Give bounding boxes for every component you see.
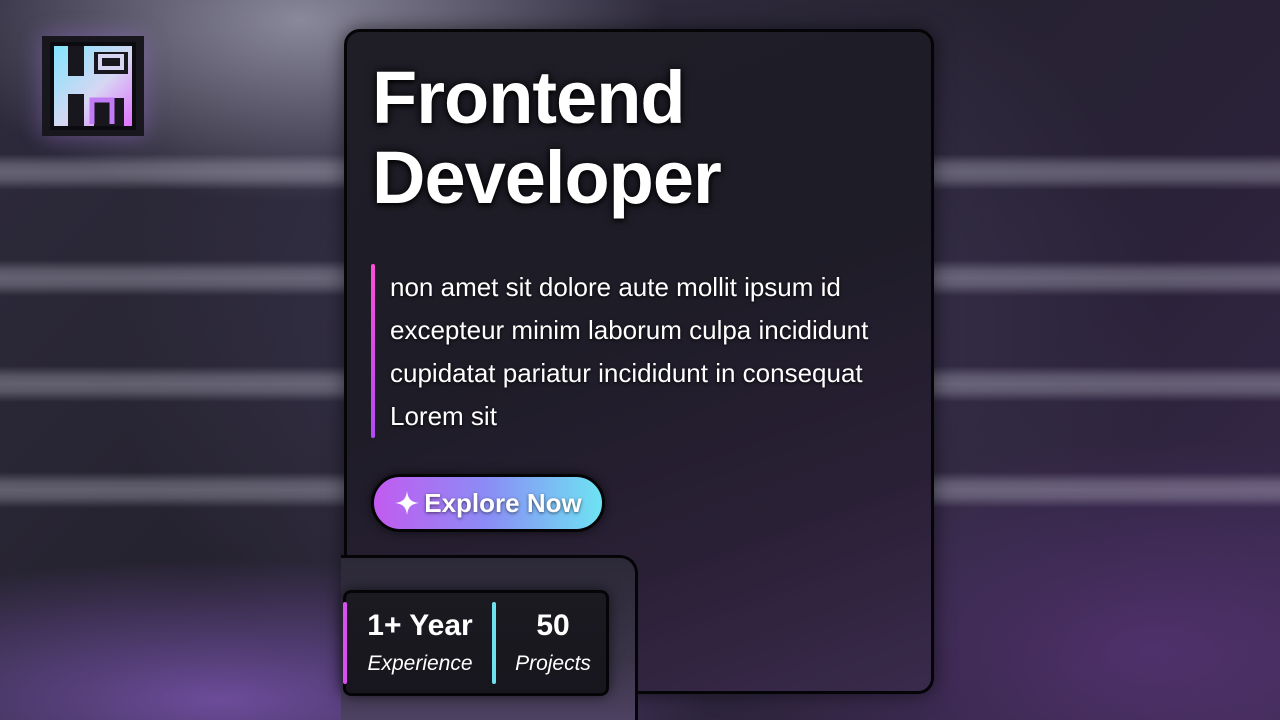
stats-divider xyxy=(492,602,496,684)
stat-label: Experience xyxy=(367,652,473,675)
hero-page: Frontend Developer non amet sit dolore a… xyxy=(0,0,1280,720)
logo-monogram-icon xyxy=(50,42,136,130)
stat-experience: 1+ Year Experience xyxy=(352,606,488,682)
stat-label: Projects xyxy=(515,652,591,675)
title-line-1: Frontend xyxy=(372,56,686,139)
hero-description: non amet sit dolore aute mollit ipsum id… xyxy=(390,272,869,431)
stat-value: 1+ Year xyxy=(367,609,473,642)
stats-accent-bar xyxy=(343,602,347,684)
stat-value: 50 xyxy=(536,609,570,642)
title-line-2: Developer xyxy=(372,136,722,219)
explore-now-label: Explore Now xyxy=(424,487,582,518)
description-accent-bar xyxy=(371,264,375,438)
explore-now-button[interactable]: Explore Now xyxy=(371,474,605,532)
stat-projects: 50 Projects xyxy=(498,606,608,682)
page-title: Frontend Developer xyxy=(372,56,722,219)
brand-logo[interactable] xyxy=(42,36,144,136)
sparkle-icon xyxy=(395,491,420,515)
